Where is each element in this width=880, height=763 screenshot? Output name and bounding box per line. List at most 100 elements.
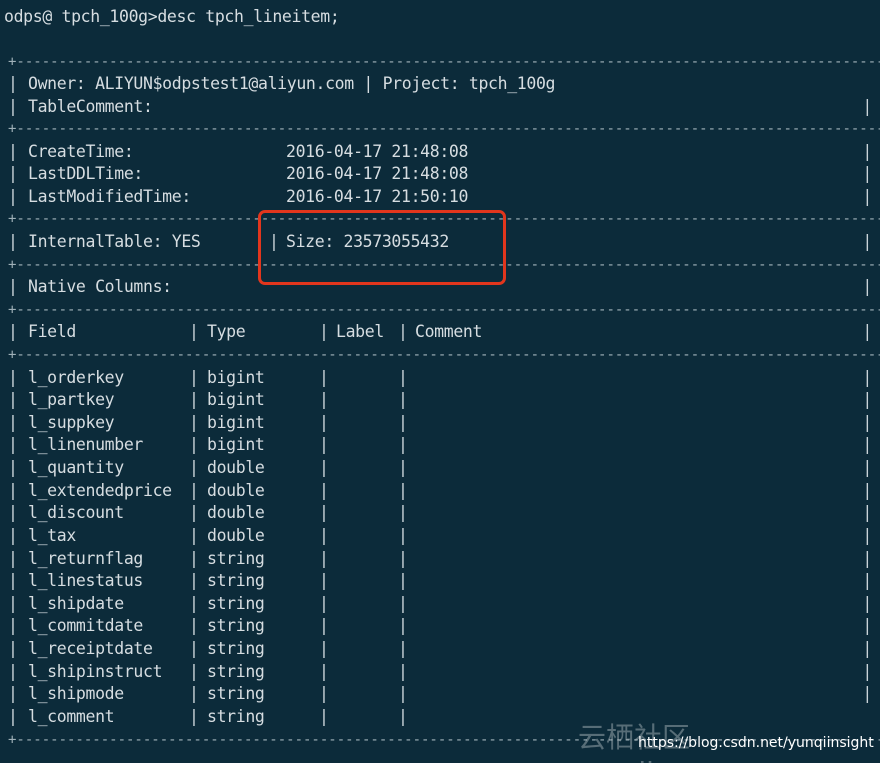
- table-row: | l_shipinstruct | string | | |: [8, 661, 872, 683]
- row-pipe: |: [862, 142, 872, 161]
- terminal-window[interactable]: odps@ tpch_100g>desc tpch_lineitem; +---…: [0, 0, 880, 763]
- row-pipe: |: [8, 277, 18, 296]
- row-pipe: |: [862, 662, 872, 681]
- row-pipe: |: [8, 616, 18, 635]
- row-pipe: |: [862, 435, 872, 454]
- row-pipe: |: [319, 503, 329, 522]
- column-field: l_tax: [28, 526, 76, 545]
- size-highlight-box: [258, 210, 506, 285]
- row-pipe: |: [319, 616, 329, 635]
- table-row: | l_linestatus | string | | |: [8, 570, 872, 592]
- row-pipe: |: [319, 458, 329, 477]
- row-pipe: |: [862, 594, 872, 613]
- table-comment: TableComment:: [28, 97, 153, 116]
- header-field: Field: [28, 322, 76, 341]
- row-pipe: |: [862, 571, 872, 590]
- row-pipe: |: [189, 616, 199, 635]
- row-pipe: |: [862, 503, 872, 522]
- row-pipe: |: [319, 481, 329, 500]
- column-field: l_orderkey: [28, 368, 124, 387]
- row-pipe: |: [8, 458, 18, 477]
- last-ddl-row: | LastDDLTime: 2016-04-17 21:48:08 |: [8, 163, 872, 185]
- column-type: double: [207, 481, 265, 500]
- table-row: | l_suppkey | bigint | | |: [8, 412, 872, 434]
- table-row: | l_shipdate | string | | |: [8, 593, 872, 615]
- row-pipe: |: [189, 549, 199, 568]
- row-pipe: |: [189, 458, 199, 477]
- row-pipe: |: [398, 571, 408, 590]
- column-type: double: [207, 458, 265, 477]
- column-field: l_returnflag: [28, 549, 144, 568]
- row-pipe: |: [189, 662, 199, 681]
- row-pipe: |: [319, 549, 329, 568]
- row-pipe: |: [8, 322, 18, 341]
- source-url-caption: https://blog.csdn.net/yunqiinsight: [638, 735, 874, 751]
- row-pipe: |: [862, 616, 872, 635]
- row-pipe: |: [862, 481, 872, 500]
- row-pipe: |: [189, 322, 199, 341]
- column-type: string: [207, 639, 265, 658]
- row-pipe: |: [8, 594, 18, 613]
- row-pipe: |: [319, 662, 329, 681]
- table-border: +---------------------------------------…: [8, 54, 880, 70]
- owner-row: | Owner: ALIYUN$odpstest1@aliyun.com | P…: [8, 73, 872, 95]
- row-pipe: |: [8, 684, 18, 703]
- row-pipe: |: [398, 435, 408, 454]
- row-pipe: |: [862, 322, 872, 341]
- column-type: string: [207, 594, 265, 613]
- row-pipe: |: [862, 368, 872, 387]
- row-pipe: |: [189, 594, 199, 613]
- row-pipe: |: [8, 368, 18, 387]
- row-pipe: |: [8, 164, 18, 183]
- column-type: bigint: [207, 368, 265, 387]
- table-row: | l_partkey | bigint | | |: [8, 389, 872, 411]
- row-pipe: |: [8, 503, 18, 522]
- row-pipe: |: [189, 481, 199, 500]
- internal-table: InternalTable: YES: [28, 232, 201, 251]
- row-pipe: |: [862, 684, 872, 703]
- table-row: | l_commitdate | string | | |: [8, 615, 872, 637]
- row-pipe: |: [189, 435, 199, 454]
- column-type: string: [207, 571, 265, 590]
- column-field: l_shipinstruct: [28, 662, 163, 681]
- row-pipe: |: [8, 97, 18, 116]
- table-border: +---------------------------------------…: [8, 347, 880, 363]
- row-pipe: |: [8, 549, 18, 568]
- row-pipe: |: [8, 662, 18, 681]
- header-type: Type: [207, 322, 246, 341]
- row-pipe: |: [8, 526, 18, 545]
- column-type: string: [207, 549, 265, 568]
- column-field: l_linenumber: [28, 435, 144, 454]
- row-pipe: |: [862, 413, 872, 432]
- row-pipe: |: [189, 390, 199, 409]
- column-field: l_suppkey: [28, 413, 115, 432]
- column-type: string: [207, 662, 265, 681]
- header-label: Label: [336, 322, 384, 341]
- row-pipe: |: [8, 435, 18, 454]
- row-pipe: |: [398, 322, 408, 341]
- row-pipe: |: [862, 458, 872, 477]
- row-pipe: |: [398, 503, 408, 522]
- table-row: | l_linenumber | bigint | | |: [8, 434, 872, 456]
- row-pipe: |: [319, 526, 329, 545]
- row-pipe: |: [8, 142, 18, 161]
- row-pipe: |: [189, 526, 199, 545]
- row-pipe: |: [319, 639, 329, 658]
- row-pipe: |: [8, 232, 18, 251]
- row-pipe: |: [189, 639, 199, 658]
- row-pipe: |: [8, 639, 18, 658]
- row-pipe: |: [189, 503, 199, 522]
- column-field: l_receiptdate: [28, 639, 153, 658]
- row-pipe: |: [319, 322, 329, 341]
- column-field: l_discount: [28, 503, 124, 522]
- row-pipe: |: [398, 458, 408, 477]
- row-pipe: |: [189, 571, 199, 590]
- table-row: | l_tax | double | | |: [8, 525, 872, 547]
- row-pipe: |: [8, 571, 18, 590]
- row-pipe: |: [398, 368, 408, 387]
- table-row: | l_discount | double | | |: [8, 502, 872, 524]
- table-comment-row: | TableComment: |: [8, 96, 872, 118]
- row-pipe: |: [398, 707, 408, 726]
- row-pipe: |: [862, 232, 872, 251]
- owner-info: Owner: ALIYUN$odpstest1@aliyun.com | Pro…: [28, 74, 556, 93]
